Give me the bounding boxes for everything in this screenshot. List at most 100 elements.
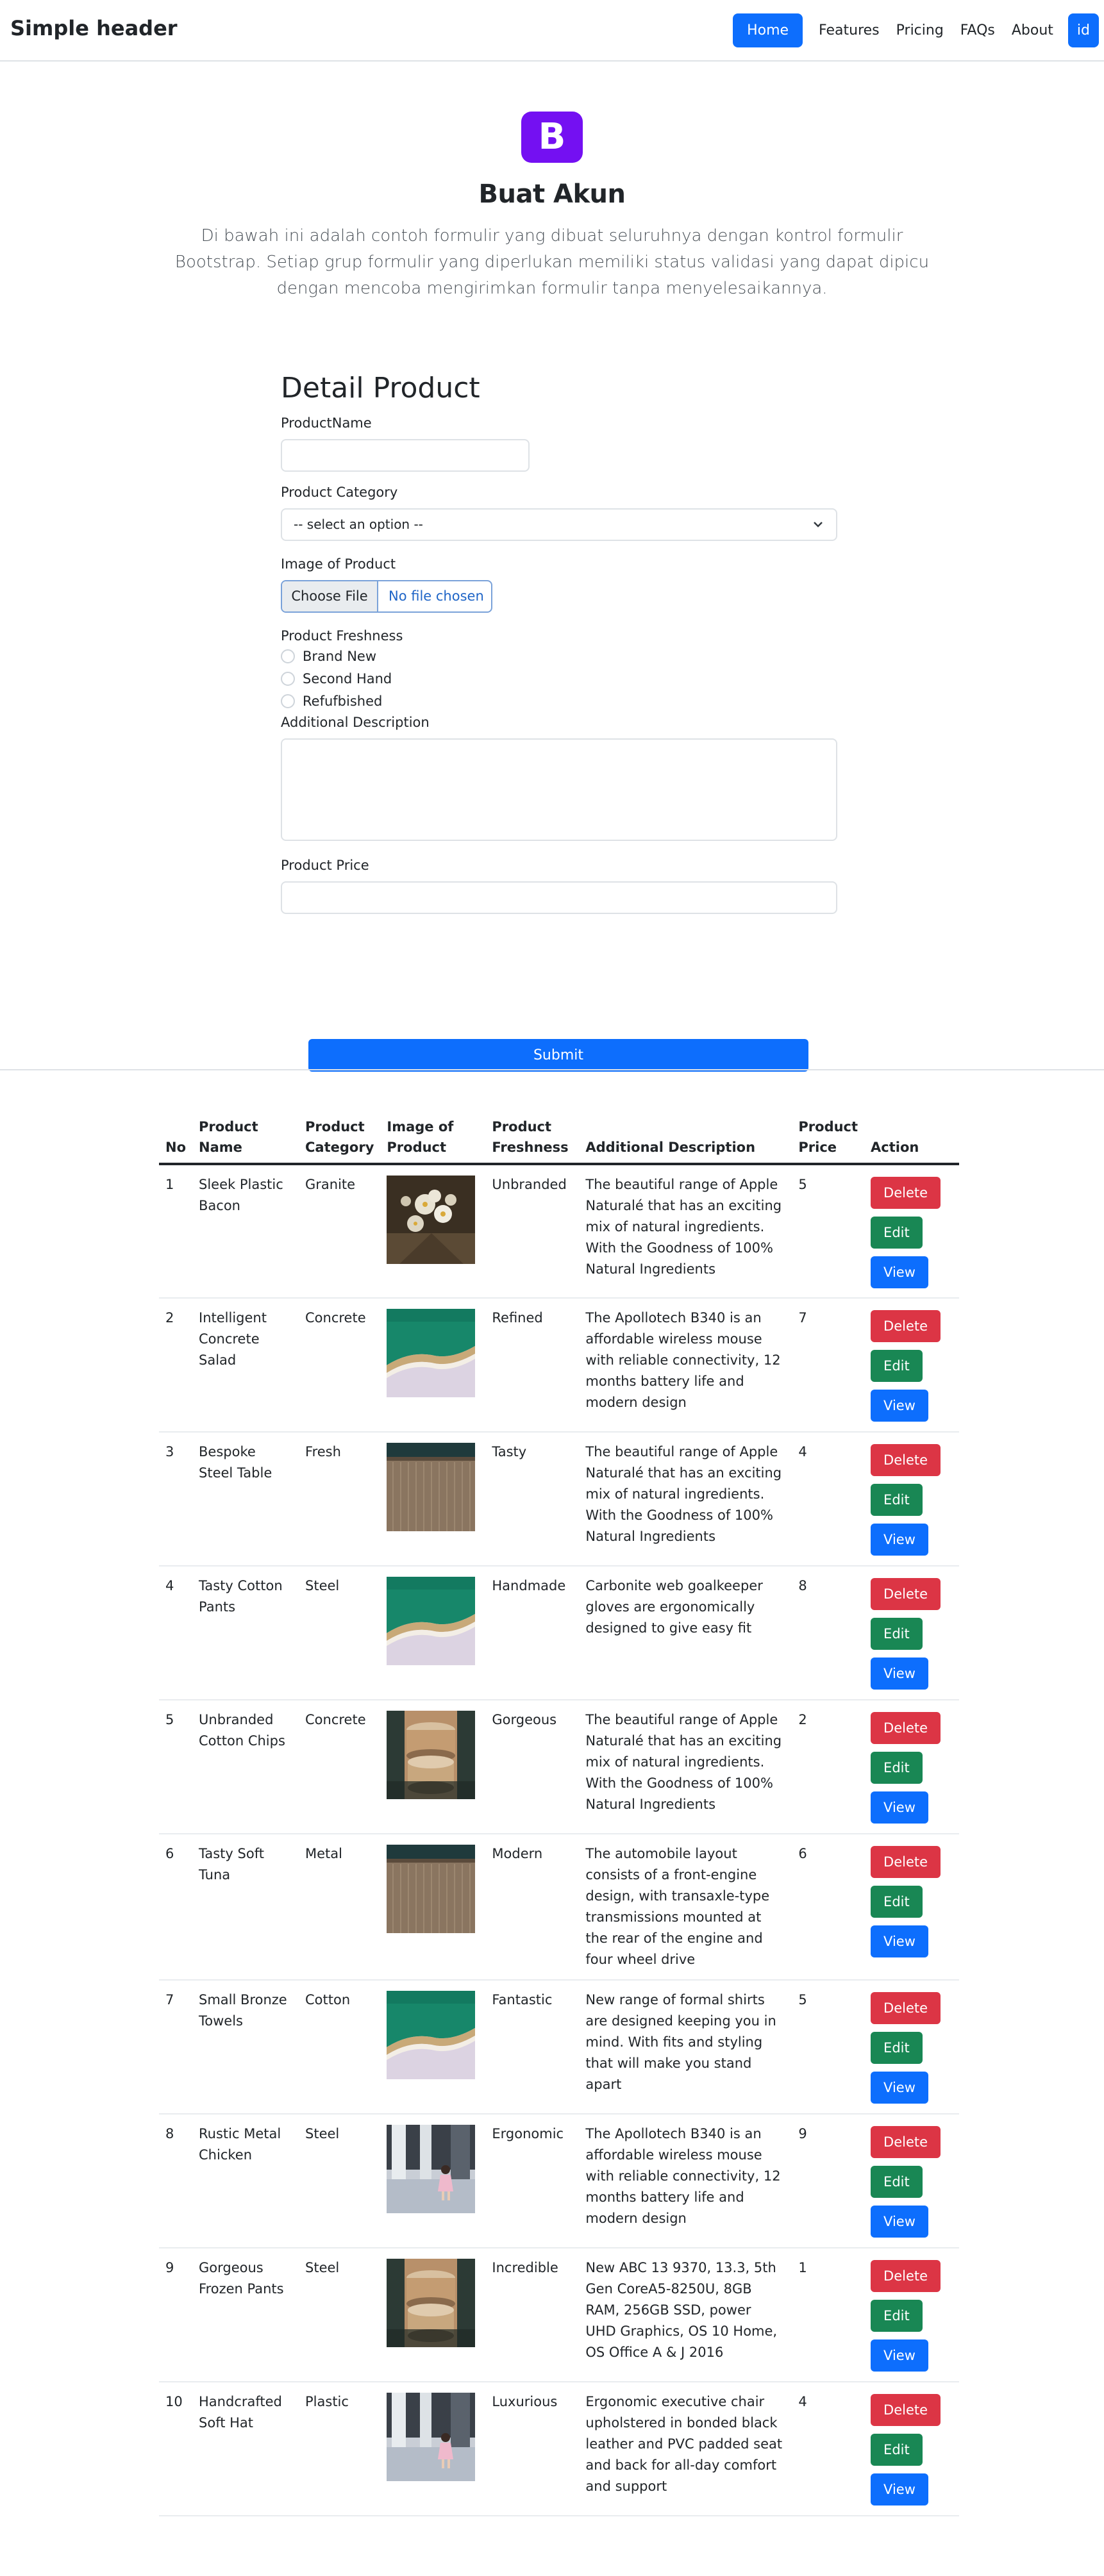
submit-button[interactable]: Submit [308, 1039, 808, 1072]
table-row: 9 Gorgeous Frozen Pants Steel Incredible New… [159, 2248, 959, 2382]
navbar: Simple header Home Features Pricing FAQs… [0, 0, 1104, 62]
choose-file-button[interactable]: Choose File [282, 581, 378, 611]
cell-no: 4 [159, 1566, 193, 1700]
nav-menu: Home Features Pricing FAQs About id [733, 13, 1099, 47]
nav-about[interactable]: About [1003, 13, 1062, 47]
cell-no: 3 [159, 1432, 193, 1566]
delete-button[interactable]: Delete [871, 1992, 941, 2024]
radio-label: Second Hand [303, 670, 392, 686]
product-name-input[interactable] [281, 439, 530, 472]
cell-price: 5 [792, 1980, 865, 2115]
cell-product-category: Steel [299, 2114, 381, 2248]
price-input[interactable] [281, 881, 837, 914]
edit-button[interactable]: Edit [871, 1886, 923, 1918]
nav-pricing[interactable]: Pricing [888, 13, 952, 47]
delete-button[interactable]: Delete [871, 1578, 941, 1610]
header-no: No [159, 1117, 193, 1165]
nav-features[interactable]: Features [810, 13, 888, 47]
cell-no: 8 [159, 2114, 193, 2248]
view-button[interactable]: View [871, 2072, 928, 2104]
image-file-input[interactable]: Choose File No file chosen [281, 580, 492, 613]
account-button[interactable]: id [1067, 13, 1099, 47]
cell-price: 2 [792, 1700, 865, 1834]
cell-freshness: Fantastic [485, 1980, 580, 2115]
view-button[interactable]: View [871, 2339, 928, 2372]
cell-no: 6 [159, 1834, 193, 1981]
delete-button[interactable]: Delete [871, 2126, 941, 2158]
no-file-text: No file chosen [389, 588, 484, 604]
cell-actions: Delete Edit View [864, 2248, 959, 2382]
edit-button[interactable]: Edit [871, 1217, 923, 1249]
view-button[interactable]: View [871, 1524, 928, 1556]
view-button[interactable]: View [871, 2206, 928, 2238]
radio-label: Brand New [303, 648, 377, 664]
description-label: Additional Description [281, 715, 430, 730]
cell-product-category: Steel [299, 2248, 381, 2382]
edit-button[interactable]: Edit [871, 1752, 923, 1784]
table-row: 8 Rustic Metal Chicken Steel Ergonomic The A… [159, 2114, 959, 2248]
delete-button[interactable]: Delete [871, 1846, 941, 1878]
cell-product-name: Bespoke Steel Table [192, 1432, 299, 1566]
product-image-child [387, 2393, 476, 2481]
cell-freshness: Unbranded [485, 1164, 580, 1299]
view-button[interactable]: View [871, 1390, 928, 1422]
cell-product-category: Granite [299, 1164, 381, 1299]
delete-button[interactable]: Delete [871, 1444, 941, 1476]
edit-button[interactable]: Edit [871, 2434, 923, 2466]
cell-description: The beautiful range of Apple Naturalé th… [579, 1432, 792, 1566]
cell-freshness: Tasty [485, 1432, 580, 1566]
view-button[interactable]: View [871, 1256, 928, 1288]
edit-button[interactable]: Edit [871, 1350, 923, 1382]
delete-button[interactable]: Delete [871, 1177, 941, 1209]
delete-button[interactable]: Delete [871, 1310, 941, 1342]
cell-actions: Delete Edit View [864, 1980, 959, 2115]
nav-faqs[interactable]: FAQs [952, 13, 1003, 47]
table-row: 1 Sleek Plastic Bacon Granite Unbranded The … [159, 1164, 959, 1299]
table-row: 4 Tasty Cotton Pants Steel Handmade Carbonit… [159, 1566, 959, 1700]
header-freshness: Product Freshness [485, 1117, 580, 1165]
product-name-label: ProductName [281, 415, 372, 431]
cell-description: The automobile layout consists of a fron… [579, 1834, 792, 1981]
delete-button[interactable]: Delete [871, 1712, 941, 1744]
edit-button[interactable]: Edit [871, 1618, 923, 1650]
edit-button[interactable]: Edit [871, 2166, 923, 2198]
freshness-option-second-hand[interactable]: Second Hand [281, 667, 837, 690]
cell-actions: Delete Edit View [864, 1700, 959, 1834]
view-button[interactable]: View [871, 1658, 928, 1690]
header-price: Product Price [792, 1117, 865, 1165]
table-header-row: No Product Name Product Category Image of P… [159, 1117, 959, 1165]
cell-image [380, 1566, 486, 1700]
table-body: 1 Sleek Plastic Bacon Granite Unbranded The … [159, 1164, 959, 2516]
edit-button[interactable]: Edit [871, 2032, 923, 2064]
cell-product-category: Concrete [299, 1700, 381, 1834]
cell-image [380, 1700, 486, 1834]
nav-home[interactable]: Home [733, 13, 803, 47]
brand-title[interactable]: Simple header [10, 16, 178, 40]
delete-button[interactable]: Delete [871, 2394, 941, 2426]
radio-circle[interactable] [281, 694, 295, 708]
cell-no: 2 [159, 1298, 193, 1433]
cell-description: The beautiful range of Apple Naturalé th… [579, 1164, 792, 1299]
cell-no: 9 [159, 2248, 193, 2382]
header-description: Additional Description [579, 1117, 792, 1165]
cell-freshness: Gorgeous [485, 1700, 580, 1834]
view-button[interactable]: View [871, 2473, 928, 2505]
radio-circle[interactable] [281, 649, 295, 663]
freshness-option-refurbished[interactable]: Refufbished [281, 690, 837, 712]
cell-description: The Apollotech B340 is an affordable wir… [579, 1298, 792, 1433]
cell-image [380, 2114, 486, 2248]
radio-circle[interactable] [281, 671, 295, 686]
cell-actions: Delete Edit View [864, 2114, 959, 2248]
delete-button[interactable]: Delete [871, 2260, 941, 2292]
freshness-option-brand-new[interactable]: Brand New [281, 645, 837, 667]
cell-freshness: Incredible [485, 2248, 580, 2382]
description-textarea[interactable] [281, 738, 837, 841]
view-button[interactable]: View [871, 1925, 928, 1957]
edit-button[interactable]: Edit [871, 2300, 923, 2332]
table-row: 3 Bespoke Steel Table Fresh Tasty The beauti… [159, 1432, 959, 1566]
cell-product-name: Gorgeous Frozen Pants [192, 2248, 299, 2382]
product-category-select[interactable]: -- select an option -- [281, 508, 837, 541]
divider [0, 1069, 1104, 1070]
view-button[interactable]: View [871, 1791, 928, 1824]
edit-button[interactable]: Edit [871, 1484, 923, 1516]
